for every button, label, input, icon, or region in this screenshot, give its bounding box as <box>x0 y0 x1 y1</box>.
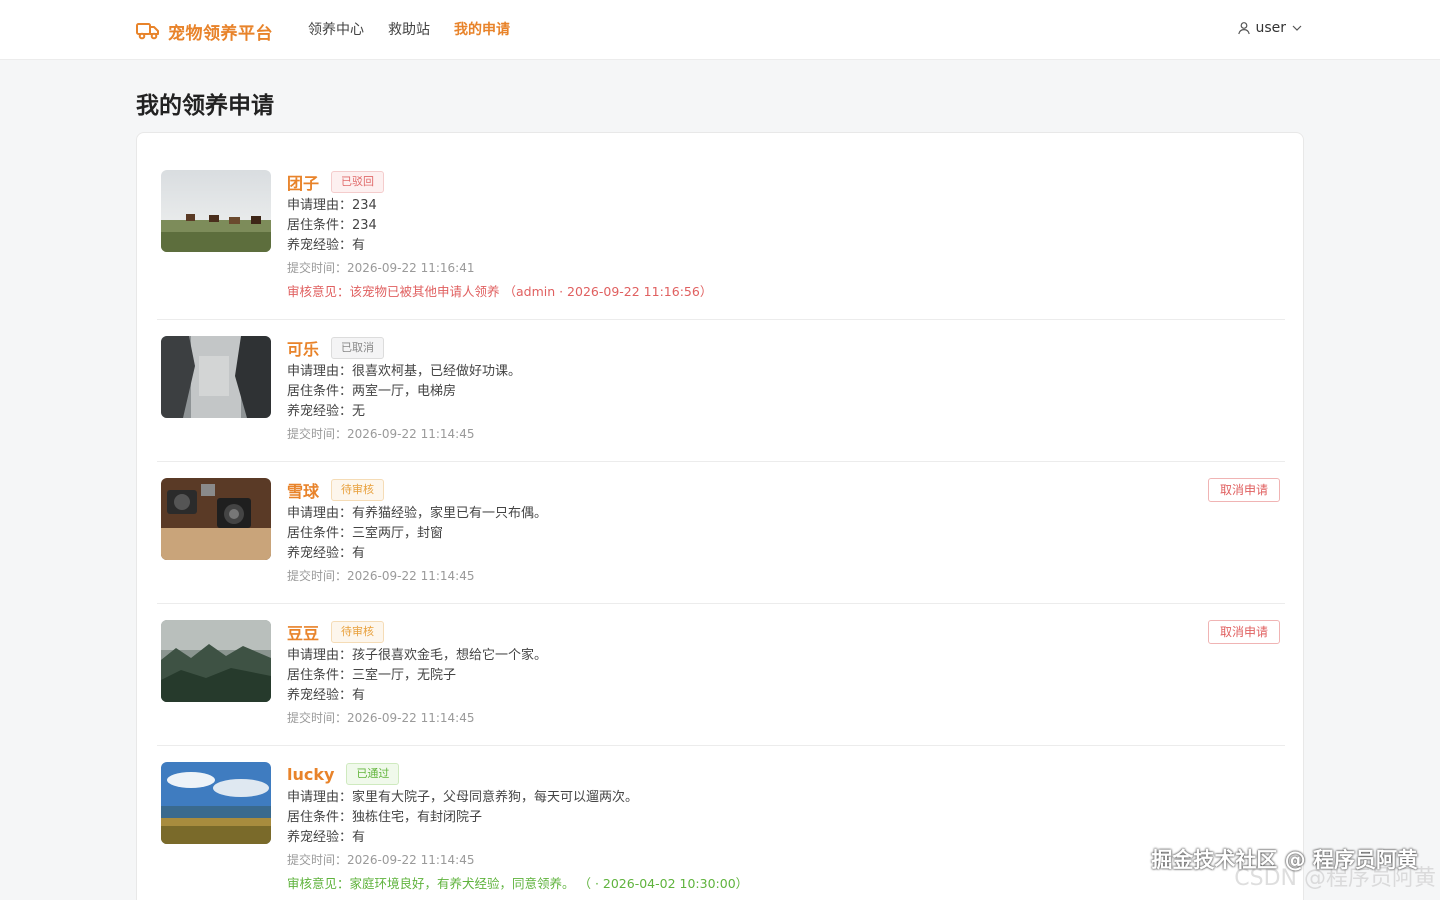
reason-label: 申请理由： <box>287 364 353 379</box>
pet-name[interactable]: 雪球 <box>287 478 319 502</box>
chevron-down-icon <box>1292 25 1302 31</box>
brand-name: 宠物领养平台 <box>168 23 273 44</box>
experience-value: 有 <box>352 238 366 253</box>
pet-name[interactable]: 可乐 <box>287 336 319 360</box>
application-info: 可乐 已取消 申请理由：很喜欢柯基，已经做好功课。 居住条件：两室一厅，电梯房 … <box>287 336 1187 444</box>
pet-photo <box>161 336 271 418</box>
pet-name[interactable]: 团子 <box>287 170 319 194</box>
nav-adoption-center[interactable]: 领养中心 <box>308 20 364 40</box>
cancel-application-button[interactable]: 取消申请 <box>1208 478 1280 502</box>
application-info: 团子 已驳回 申请理由：234 居住条件：234 养宠经验：有 提交时间：202… <box>287 170 1187 302</box>
submit-time: 2026-09-22 11:14:45 <box>347 427 475 441</box>
submit-time: 2026-09-22 11:14:45 <box>347 711 475 725</box>
review-comment: 审核意见：家庭环境良好，有养犬经验，同意领养。 （ · 2026-04-02 1… <box>287 876 749 891</box>
application-item: 雪球 待审核 申请理由：有养猫经验，家里已有一只布偶。 居住条件：三室两厅，封窗… <box>157 462 1285 604</box>
truck-icon <box>136 23 159 40</box>
time-label: 提交时间： <box>287 261 348 275</box>
housing-label: 居住条件： <box>287 526 353 541</box>
reason-label: 申请理由： <box>287 198 353 213</box>
experience-label: 养宠经验： <box>287 546 353 561</box>
submit-time: 2026-09-22 11:14:45 <box>347 853 475 867</box>
pet-name[interactable]: 豆豆 <box>287 620 319 644</box>
housing-value: 独栋住宅，有封闭院子 <box>352 810 483 825</box>
application-info: lucky 已通过 申请理由：家里有大院子，父母同意养狗，每天可以遛两次。 居住… <box>287 762 1187 894</box>
time-label: 提交时间： <box>287 853 348 867</box>
experience-value: 有 <box>352 546 366 561</box>
application-item: 可乐 已取消 申请理由：很喜欢柯基，已经做好功课。 居住条件：两室一厅，电梯房 … <box>157 320 1285 462</box>
application-item: 团子 已驳回 申请理由：234 居住条件：234 养宠经验：有 提交时间：202… <box>157 133 1285 320</box>
submit-time: 2026-09-22 11:16:41 <box>347 261 475 275</box>
status-badge: 已取消 <box>331 337 385 359</box>
reason-value: 有养猫经验，家里已有一只布偶。 <box>352 506 548 521</box>
experience-value: 有 <box>352 830 366 845</box>
housing-value: 三室一厅，无院子 <box>352 668 457 683</box>
application-info: 豆豆 待审核 申请理由：孩子很喜欢金毛，想给它一个家。 居住条件：三室一厅，无院… <box>287 620 1187 728</box>
experience-label: 养宠经验： <box>287 238 353 253</box>
housing-value: 三室两厅，封窗 <box>352 526 444 541</box>
housing-label: 居住条件： <box>287 384 353 399</box>
pet-photo <box>161 170 271 252</box>
application-info: 雪球 待审核 申请理由：有养猫经验，家里已有一只布偶。 居住条件：三室两厅，封窗… <box>287 478 1187 586</box>
housing-label: 居住条件： <box>287 218 353 233</box>
main-nav: 领养中心 救助站 我的申请 <box>308 20 510 40</box>
housing-label: 居住条件： <box>287 810 353 825</box>
application-item: 豆豆 待审核 申请理由：孩子很喜欢金毛，想给它一个家。 居住条件：三室一厅，无院… <box>157 604 1285 746</box>
time-label: 提交时间： <box>287 569 348 583</box>
pet-photo <box>161 762 271 844</box>
nav-my-applications[interactable]: 我的申请 <box>454 20 510 40</box>
review-comment: 审核意见：该宠物已被其他申请人领养 （admin · 2026-09-22 11… <box>287 284 713 299</box>
reason-value: 孩子很喜欢金毛，想给它一个家。 <box>352 648 548 663</box>
user-icon <box>1238 22 1251 35</box>
status-badge: 待审核 <box>331 621 385 643</box>
reason-value: 很喜欢柯基，已经做好功课。 <box>352 364 522 379</box>
brand-logo[interactable]: 宠物领养平台 <box>136 17 273 45</box>
submit-time: 2026-09-22 11:14:45 <box>347 569 475 583</box>
time-label: 提交时间： <box>287 711 348 725</box>
application-item: lucky 已通过 申请理由：家里有大院子，父母同意养狗，每天可以遛两次。 居住… <box>157 746 1285 900</box>
username: user <box>1255 20 1286 36</box>
experience-value: 无 <box>352 404 366 419</box>
reason-value: 234 <box>352 198 377 213</box>
housing-value: 234 <box>352 218 377 233</box>
cancel-application-button[interactable]: 取消申请 <box>1208 620 1280 644</box>
user-menu[interactable]: user <box>1237 20 1304 36</box>
watermark: 掘金技术社区 @ 程序员阿黄 <box>1151 848 1418 872</box>
nav-rescue-station[interactable]: 救助站 <box>388 20 430 40</box>
status-badge: 已通过 <box>346 763 400 785</box>
time-label: 提交时间： <box>287 427 348 441</box>
experience-label: 养宠经验： <box>287 830 353 845</box>
experience-label: 养宠经验： <box>287 688 353 703</box>
reason-label: 申请理由： <box>287 506 353 521</box>
pet-photo <box>161 478 271 560</box>
reason-label: 申请理由： <box>287 790 353 805</box>
experience-value: 有 <box>352 688 366 703</box>
page-title: 我的领养申请 <box>136 93 274 119</box>
experience-label: 养宠经验： <box>287 404 353 419</box>
status-badge: 待审核 <box>331 479 385 501</box>
pet-name[interactable]: lucky <box>287 765 334 784</box>
status-badge: 已驳回 <box>331 171 385 193</box>
reason-value: 家里有大院子，父母同意养狗，每天可以遛两次。 <box>352 790 639 805</box>
housing-label: 居住条件： <box>287 668 353 683</box>
top-navbar: 宠物领养平台 领养中心 救助站 我的申请 user <box>0 0 1440 60</box>
reason-label: 申请理由： <box>287 648 353 663</box>
applications-card: 团子 已驳回 申请理由：234 居住条件：234 养宠经验：有 提交时间：202… <box>136 132 1304 900</box>
housing-value: 两室一厅，电梯房 <box>352 384 457 399</box>
pet-photo <box>161 620 271 702</box>
